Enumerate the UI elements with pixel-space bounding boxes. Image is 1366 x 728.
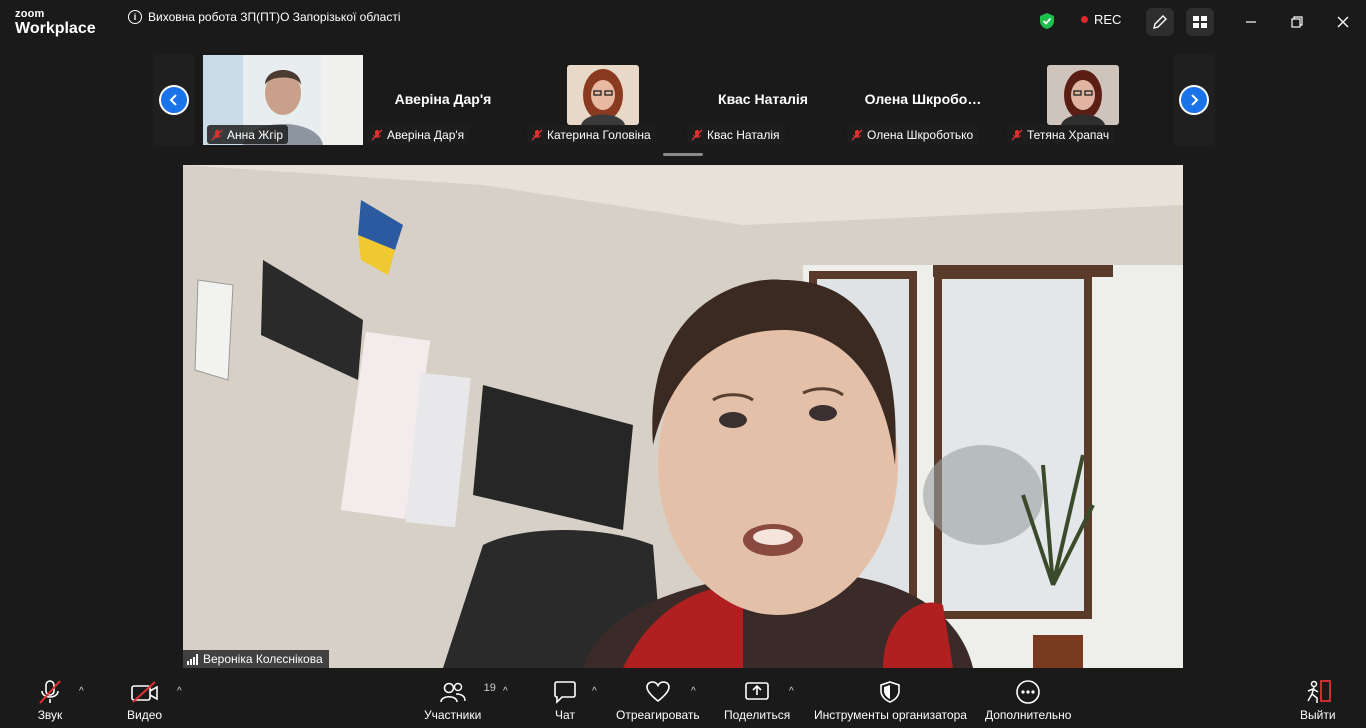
participant-name: Тетяна Храпач	[1027, 127, 1110, 142]
participant-label: Олена Шкроботько	[847, 125, 979, 144]
participants-icon	[439, 682, 466, 703]
strip-next-button[interactable]	[1173, 55, 1215, 145]
recording-dot-icon	[1081, 16, 1088, 23]
participants-count: 19	[483, 682, 496, 694]
react-options-chevron-icon[interactable]: ^	[691, 686, 696, 697]
strip-resize-handle[interactable]	[663, 153, 703, 156]
active-speaker-video	[183, 165, 1183, 668]
participant-tile[interactable]: Аверіна Дар'я Аверіна Дар'я	[363, 55, 523, 145]
react-button[interactable]: Отреагировать	[616, 678, 700, 722]
leave-button[interactable]: Выйти	[1300, 678, 1336, 722]
heart-icon	[646, 681, 670, 703]
pencil-icon	[1153, 15, 1167, 29]
mic-muted-icon	[39, 680, 61, 704]
mic-muted-icon	[531, 129, 543, 141]
participant-label: Квас Наталія	[687, 125, 785, 144]
participant-strip: Анна Жгір Аверіна Дар'я Аверіна Дар'я Ка…	[153, 55, 1215, 145]
chevron-left-icon	[169, 94, 177, 106]
host-tools-button[interactable]: Инструменты организатора	[814, 678, 967, 722]
participant-avatar	[567, 65, 639, 125]
zoom-logo: zoom Workplace	[15, 9, 96, 37]
restore-button[interactable]	[1287, 12, 1307, 32]
participant-label: Анна Жгір	[207, 125, 289, 144]
strip-prev-button[interactable]	[153, 55, 195, 145]
security-shield-icon[interactable]	[1039, 12, 1055, 35]
participants-options-chevron-icon[interactable]: ^	[503, 686, 508, 697]
mic-muted-icon	[371, 129, 383, 141]
meeting-title: Виховна робота ЗП(ПТ)О Запорізької облас…	[148, 10, 401, 24]
video-button[interactable]: Видео	[127, 678, 162, 722]
chat-options-chevron-icon[interactable]: ^	[592, 686, 597, 697]
close-button[interactable]	[1333, 12, 1353, 32]
participant-big-name: Квас Наталія	[718, 91, 808, 107]
chat-icon	[554, 681, 576, 704]
active-speaker-name: Вероніка Колєснікова	[203, 652, 323, 666]
participant-label: Тетяна Храпач	[1007, 125, 1115, 144]
participant-big-name: Аверіна Дар'я	[394, 91, 492, 107]
minimize-button[interactable]	[1241, 12, 1261, 32]
participants-label: Участники	[424, 708, 482, 722]
minimize-icon	[1246, 21, 1256, 23]
shield-icon	[880, 681, 901, 703]
speaker-video-frame	[183, 165, 1183, 668]
participant-tile[interactable]: Катерина Головіна	[523, 55, 683, 145]
recording-label: REC	[1094, 12, 1122, 27]
audio-button[interactable]: Звук	[36, 678, 64, 722]
share-label: Поделиться	[724, 708, 791, 722]
video-off-icon	[130, 681, 158, 703]
info-icon[interactable]: i	[128, 10, 142, 24]
participant-tile[interactable]: Анна Жгір	[203, 55, 363, 145]
mic-muted-icon	[691, 129, 703, 141]
participant-big-name: Олена Шкробо…	[864, 91, 982, 107]
more-label: Дополнительно	[985, 708, 1072, 722]
chat-label: Чат	[555, 708, 575, 722]
recording-indicator[interactable]: REC	[1081, 12, 1121, 27]
title-bar: zoom Workplace i Виховна робота ЗП(ПТ)О …	[0, 0, 1366, 44]
share-screen-icon	[745, 682, 769, 700]
participant-name: Аверіна Дар'я	[387, 127, 465, 142]
leave-door-icon	[1307, 680, 1331, 703]
meeting-toolbar: Звук ^ Видео ^ 19 Участники ^ Чат ^ Отре…	[0, 670, 1366, 728]
video-label: Видео	[127, 708, 163, 722]
close-icon	[1337, 16, 1349, 28]
signal-strength-icon	[187, 653, 198, 665]
audio-label: Звук	[37, 708, 63, 722]
leave-label: Выйти	[1300, 708, 1336, 722]
participant-name: Олена Шкроботько	[867, 127, 974, 142]
participant-tile[interactable]: Олена Шкробо… Олена Шкроботько	[843, 55, 1003, 145]
participant-label: Катерина Головіна	[527, 125, 656, 144]
mic-muted-icon	[1011, 129, 1023, 141]
participants-button[interactable]: 19 Участники	[424, 678, 496, 722]
share-options-chevron-icon[interactable]: ^	[789, 686, 794, 697]
participant-name: Квас Наталія	[707, 127, 780, 142]
mic-muted-icon	[211, 129, 223, 141]
annotate-button[interactable]	[1146, 8, 1174, 36]
grid-view-icon	[1193, 16, 1207, 28]
meeting-info[interactable]: i Виховна робота ЗП(ПТ)О Запорізької обл…	[128, 10, 401, 24]
mic-muted-icon	[851, 129, 863, 141]
chevron-right-icon	[1191, 94, 1199, 106]
participant-tile[interactable]: Квас Наталія Квас Наталія	[683, 55, 843, 145]
participant-tile[interactable]: Тетяна Храпач	[1003, 55, 1163, 145]
react-label: Отреагировать	[616, 708, 700, 722]
share-button[interactable]: Поделиться	[724, 678, 790, 722]
video-options-chevron-icon[interactable]: ^	[177, 686, 182, 697]
participant-name: Катерина Головіна	[547, 127, 651, 142]
view-button[interactable]	[1186, 8, 1214, 36]
restore-icon	[1291, 16, 1303, 28]
more-button[interactable]: Дополнительно	[985, 678, 1071, 722]
audio-options-chevron-icon[interactable]: ^	[79, 686, 84, 697]
host-tools-label: Инструменты организатора	[814, 708, 967, 722]
active-speaker-label: Вероніка Колєснікова	[183, 650, 329, 668]
logo-line2: Workplace	[15, 20, 96, 37]
participant-name: Анна Жгір	[227, 127, 284, 142]
logo-line1: zoom	[15, 8, 45, 20]
participant-label: Аверіна Дар'я	[367, 125, 470, 144]
more-icon	[1016, 680, 1040, 704]
participant-avatar	[1047, 65, 1119, 125]
chat-button[interactable]: Чат	[552, 678, 578, 722]
